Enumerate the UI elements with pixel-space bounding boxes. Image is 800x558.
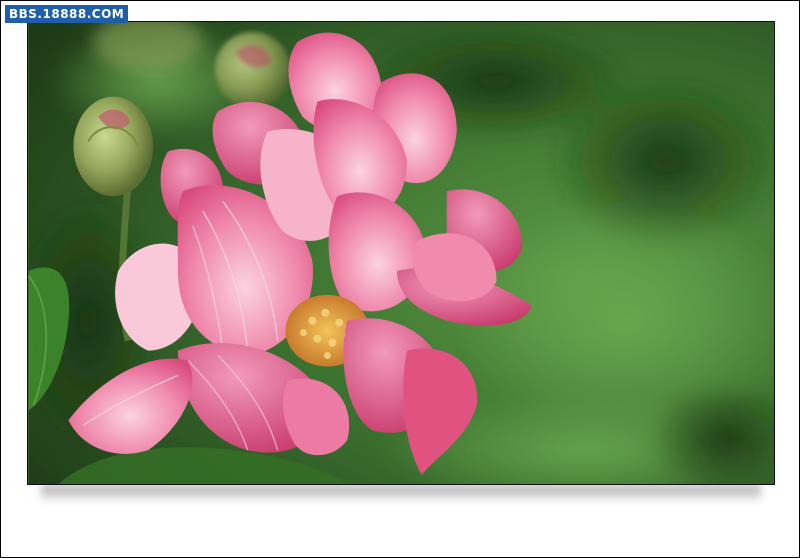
page: BBS.18888.COM — [0, 0, 800, 558]
flower-photo-svg — [28, 22, 774, 484]
photo-drop-shadow — [41, 485, 761, 503]
site-watermark: BBS.18888.COM — [5, 5, 129, 23]
flower-photo — [27, 21, 775, 485]
flower-bud-top — [214, 31, 291, 108]
flower-bud-left — [73, 96, 154, 197]
